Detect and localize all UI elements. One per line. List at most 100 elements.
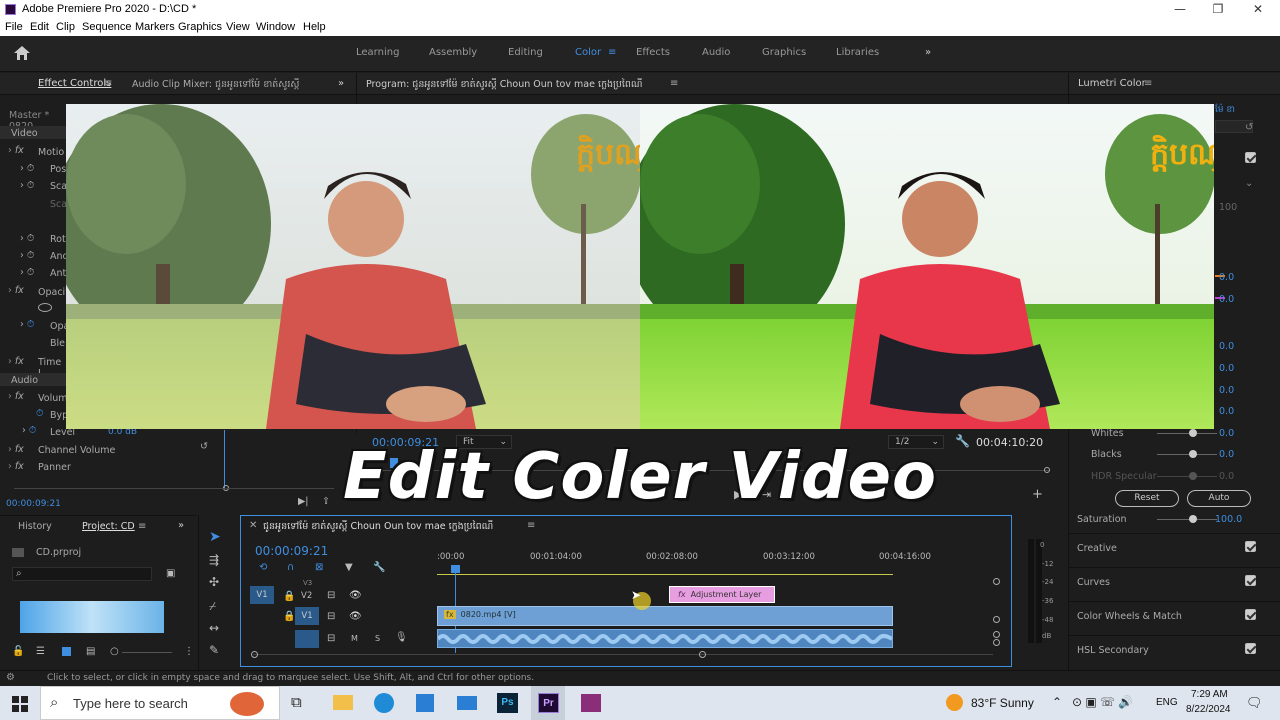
track-v2-sync-icon[interactable]: ⊟ xyxy=(327,590,335,601)
timeline-timecode[interactable]: 00:00:09:21 xyxy=(255,544,328,558)
panel-overflow-icon[interactable]: » xyxy=(178,520,184,531)
adjustment-layer-clip[interactable]: fx Adjustment Layer xyxy=(669,586,775,603)
antiflicker-toggle-icon[interactable]: › ⏱ xyxy=(20,267,34,278)
language-indicator[interactable]: ENG xyxy=(1156,697,1178,708)
anchor-toggle-icon[interactable]: › ⏱ xyxy=(20,250,34,261)
menu-file[interactable]: File xyxy=(5,21,23,33)
clock-time[interactable]: 7:29 AM xyxy=(1191,689,1228,700)
project-search-input[interactable] xyxy=(12,567,152,581)
zoom-slider[interactable] xyxy=(122,652,172,653)
fx-motion-toggle[interactable]: › fx xyxy=(8,145,24,156)
menu-sequence[interactable]: Sequence xyxy=(82,21,132,33)
blacks-slider[interactable] xyxy=(1157,454,1217,455)
menu-edit[interactable]: Edit xyxy=(30,21,49,33)
video-clip[interactable]: fx 0820.mp4 [V] xyxy=(437,606,893,626)
section-creative[interactable]: Creative xyxy=(1077,543,1117,554)
vertical-scroll-knob[interactable] xyxy=(993,639,1000,646)
home-icon[interactable] xyxy=(14,46,30,60)
lumetri-shadows-value[interactable]: 0.0 xyxy=(1219,406,1234,417)
blacks-value[interactable]: 0.0 xyxy=(1219,449,1234,460)
photoshop-icon[interactable]: Ps xyxy=(497,693,518,713)
track-a1-target[interactable] xyxy=(295,630,319,648)
source-v1-target[interactable]: V1 xyxy=(250,586,274,604)
section-color-wheels[interactable]: Color Wheels & Match xyxy=(1077,611,1182,622)
lock-icon[interactable]: 🔒 xyxy=(283,591,295,602)
saturation-value[interactable]: 100.0 xyxy=(1215,514,1242,525)
workspace-color[interactable]: Color xyxy=(575,47,601,58)
ellipse-mask-icon[interactable] xyxy=(38,303,52,312)
lumetri-exposure-value[interactable]: 0.0 xyxy=(1219,341,1234,352)
track-v1-label[interactable]: V1 xyxy=(295,607,319,625)
close-button[interactable]: ✕ xyxy=(1248,2,1268,16)
level-toggle-icon[interactable]: › ⏱ xyxy=(22,425,36,436)
timeline-sequence-tab[interactable]: ជូនអូនទៅម៉ែ ខាត់សូរស្តី Choun Oun tov ma… xyxy=(263,520,493,534)
premiere-icon[interactable]: Pr xyxy=(538,693,559,713)
menu-clip[interactable]: Clip xyxy=(56,21,75,33)
workspace-more-icon[interactable]: » xyxy=(925,47,931,58)
add-marker-icon[interactable]: ▼ xyxy=(345,562,353,573)
auto-button[interactable]: Auto xyxy=(1187,490,1251,507)
audio-clip[interactable] xyxy=(436,629,894,648)
razor-tool-icon[interactable]: ⌿ xyxy=(209,599,216,614)
chevron-down-icon[interactable]: ⌄ xyxy=(1245,178,1253,189)
panel-overflow-icon[interactable]: » xyxy=(338,78,344,89)
workspace-assembly[interactable]: Assembly xyxy=(429,47,477,58)
hdr-specular-knob[interactable] xyxy=(1189,472,1197,480)
timeline-playhead[interactable] xyxy=(451,565,460,573)
project-menu-icon[interactable]: ≡ xyxy=(138,521,146,532)
track-select-tool-icon[interactable]: ⇶ xyxy=(209,553,219,567)
freeform-view-icon[interactable]: ▤ xyxy=(86,646,95,657)
vertical-scroll-knob[interactable] xyxy=(993,578,1000,585)
blacks-slider-knob[interactable] xyxy=(1189,450,1197,458)
hdr-specular-slider[interactable] xyxy=(1157,476,1217,477)
lumetri-contrast-value[interactable]: 0.0 xyxy=(1219,363,1234,374)
lumetri-highlights-value[interactable]: 0.0 xyxy=(1219,385,1234,396)
slip-tool-icon[interactable]: ↔ xyxy=(209,621,219,635)
chevron-up-icon[interactable]: ⌃ xyxy=(1052,695,1062,709)
edge-icon[interactable] xyxy=(374,693,394,713)
lock-icon[interactable]: 🔓 xyxy=(12,646,24,657)
reset-button[interactable]: Reset xyxy=(1115,490,1179,507)
workspace-graphics[interactable]: Graphics xyxy=(762,47,806,58)
track-a1-solo[interactable]: S xyxy=(375,634,380,643)
tab-effect-controls[interactable]: Effect Controls xyxy=(38,78,111,89)
curves-checkbox[interactable] xyxy=(1245,575,1256,586)
workspace-libraries[interactable]: Libraries xyxy=(836,47,879,58)
notifications-icon[interactable]: 🗨 xyxy=(1246,695,1263,711)
saturation-slider[interactable] xyxy=(1157,519,1217,520)
tray-icons[interactable]: ⊙ ▣ ☏ 🔊 xyxy=(1072,695,1133,709)
program-menu-icon[interactable]: ≡ xyxy=(670,78,678,89)
zoom-slider-icon[interactable]: ○ xyxy=(110,646,119,657)
linked-selection-icon[interactable]: ⊠ xyxy=(315,562,323,573)
horizontal-scrollbar[interactable] xyxy=(253,654,993,655)
menu-markers[interactable]: Markers xyxy=(135,21,175,33)
menu-view[interactable]: View xyxy=(226,21,250,33)
project-clip-thumbnail[interactable] xyxy=(20,601,164,633)
position-toggle-icon[interactable]: › ⏱ xyxy=(20,163,34,174)
store-icon[interactable] xyxy=(416,694,434,712)
saturation-slider-knob[interactable] xyxy=(1189,515,1197,523)
tab-program-monitor[interactable]: Program: ជូនអូនទៅម៉ែ ខាត់សូរស្តី Choun O… xyxy=(366,78,643,92)
tab-menu-icon[interactable]: ≡ xyxy=(104,78,112,89)
selection-tool-icon[interactable]: ➤ xyxy=(209,529,221,545)
clock-date[interactable]: 8/22/2024 xyxy=(1186,704,1231,715)
fx-volume-toggle[interactable]: › fx xyxy=(8,391,24,402)
timeline-menu-icon[interactable]: ≡ xyxy=(527,520,535,531)
scale-toggle-icon[interactable]: › ⏱ xyxy=(20,180,34,191)
color-wheels-checkbox[interactable] xyxy=(1245,609,1256,620)
app-taskbar-icon[interactable] xyxy=(581,694,601,712)
restore-button[interactable]: ❐ xyxy=(1208,2,1228,16)
lumetri-tint-value[interactable]: 0.0 xyxy=(1219,294,1234,305)
pen-tool-icon[interactable]: ✎ xyxy=(209,643,219,657)
icon-view-icon[interactable] xyxy=(62,647,71,656)
workspace-effects[interactable]: Effects xyxy=(636,47,670,58)
hsl-secondary-checkbox[interactable] xyxy=(1245,643,1256,654)
track-a1-sync-icon[interactable]: ⊟ xyxy=(327,633,335,644)
workspace-audio[interactable]: Audio xyxy=(702,47,730,58)
tab-lumetri-color[interactable]: Lumetri Color xyxy=(1078,78,1146,89)
list-view-icon[interactable]: ☰ xyxy=(36,646,45,657)
ripple-edit-tool-icon[interactable]: ✣ xyxy=(209,575,219,589)
windows-start-icon[interactable] xyxy=(12,696,28,712)
project-more-icon[interactable]: ⋮ xyxy=(184,646,194,657)
menu-window[interactable]: Window xyxy=(256,21,295,33)
